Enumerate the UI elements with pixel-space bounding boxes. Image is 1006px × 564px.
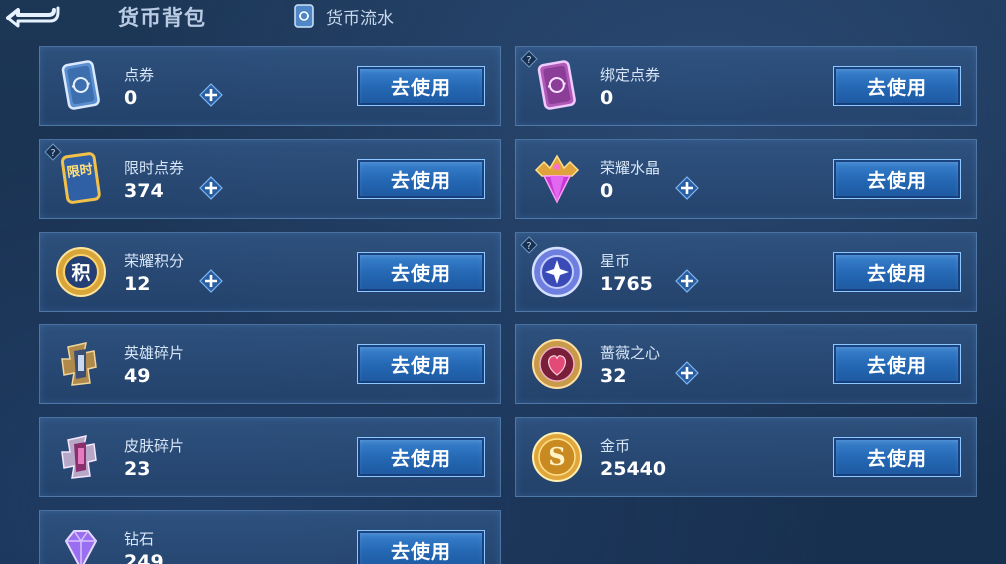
use-button[interactable]: 去使用 <box>833 66 961 106</box>
currency-count: 0 <box>600 180 614 202</box>
currency-count: 374 <box>124 180 164 202</box>
currency-name: 皮肤碎片 <box>124 437 185 455</box>
glory-crystal-icon <box>534 154 580 204</box>
use-button[interactable]: 去使用 <box>357 252 485 292</box>
use-button[interactable]: 去使用 <box>357 66 485 106</box>
currency-count: 49 <box>124 365 151 387</box>
ledger-card-icon <box>294 4 314 28</box>
use-button[interactable]: 去使用 <box>357 530 485 564</box>
hero-fragment-icon <box>61 342 97 386</box>
currency-name: 限时点券 <box>124 159 185 177</box>
currency-name: 荣耀积分 <box>124 252 185 270</box>
currency-name: 钻石 <box>124 530 155 548</box>
currency-count: 249 <box>124 551 164 564</box>
currency-count: 0 <box>600 87 614 109</box>
use-button[interactable]: 去使用 <box>357 437 485 477</box>
use-button[interactable]: 去使用 <box>357 344 485 384</box>
currency-count: 0 <box>124 87 138 109</box>
use-button[interactable]: 去使用 <box>833 437 961 477</box>
voucher-card-icon <box>61 60 100 110</box>
currency-card-bound-voucher: ? 绑定点券 0 去使用 <box>515 46 977 126</box>
currency-card-rose-heart: 蔷薇之心 32 去使用 <box>515 324 977 404</box>
currency-card-star-coin: ? 星币 1765 去使用 <box>515 232 977 312</box>
currency-card-hero-fragment: 英雄碎片 49 去使用 <box>39 324 501 404</box>
plus-icon[interactable] <box>675 176 699 200</box>
currency-count: 32 <box>600 365 627 387</box>
currency-count: 1765 <box>600 273 653 295</box>
back-arrow-icon[interactable] <box>4 2 60 28</box>
use-button[interactable]: 去使用 <box>357 159 485 199</box>
currency-card-diamond: 钻石 249 去使用 <box>39 510 501 564</box>
plus-icon[interactable] <box>675 269 699 293</box>
currency-count: 25440 <box>600 458 667 480</box>
diamond-icon <box>64 530 98 564</box>
use-button[interactable]: 去使用 <box>833 344 961 384</box>
currency-card-limited-voucher: ? 限时 限时点券 374 去使用 <box>39 139 501 219</box>
limited-voucher-icon: 限时 <box>60 152 101 204</box>
rose-heart-icon <box>532 339 582 389</box>
currency-flow-tab[interactable]: 货币流水 <box>292 4 394 29</box>
star-coin-icon <box>531 246 583 298</box>
currency-name: 星币 <box>600 252 631 270</box>
currency-card-gold-coin: S 金币 25440 去使用 <box>515 417 977 497</box>
glory-points-icon-text: 积 <box>71 262 90 284</box>
glory-points-icon: 积 <box>56 247 106 297</box>
currency-card-glory-crystal: 荣耀水晶 0 去使用 <box>515 139 977 219</box>
currency-name: 金币 <box>600 437 631 455</box>
currency-flow-label: 货币流水 <box>326 8 394 29</box>
currency-name: 点券 <box>124 66 155 84</box>
page-title: 货币背包 <box>118 6 206 30</box>
currency-name: 荣耀水晶 <box>600 159 661 177</box>
currency-card-voucher: 点券 0 去使用 <box>39 46 501 126</box>
plus-icon[interactable] <box>199 269 223 293</box>
currency-count: 23 <box>124 458 151 480</box>
plus-icon[interactable] <box>199 83 223 107</box>
currency-card-skin-fragment: 皮肤碎片 23 去使用 <box>39 417 501 497</box>
gold-coin-icon: S <box>532 432 582 482</box>
use-button[interactable]: 去使用 <box>833 252 961 292</box>
currency-name: 绑定点券 <box>600 66 661 84</box>
plus-icon[interactable] <box>199 176 223 200</box>
currency-name: 蔷薇之心 <box>600 344 661 362</box>
currency-card-glory-points: 积 荣耀积分 12 去使用 <box>39 232 501 312</box>
svg-text:S: S <box>548 442 565 471</box>
currency-name: 英雄碎片 <box>124 344 185 362</box>
skin-fragment-icon <box>61 435 97 479</box>
plus-icon[interactable] <box>675 361 699 385</box>
use-button[interactable]: 去使用 <box>833 159 961 199</box>
currency-count: 12 <box>124 273 151 295</box>
bound-voucher-card-icon <box>537 60 576 110</box>
